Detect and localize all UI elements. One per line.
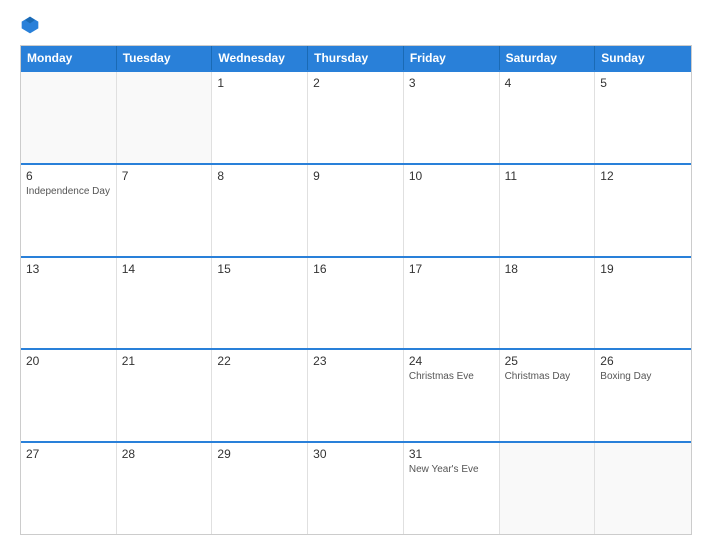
calendar-cell: 21 (117, 350, 213, 441)
cell-date: 26 (600, 354, 686, 368)
calendar-week-3: 13 14 15 16 17 18 19 (21, 256, 691, 349)
cell-date: 17 (409, 262, 494, 276)
calendar-cell: 9 (308, 165, 404, 256)
calendar-cell (500, 443, 596, 534)
calendar-cell: 15 (212, 258, 308, 349)
calendar-cell: 17 (404, 258, 500, 349)
calendar-cell (117, 72, 213, 163)
cell-date: 16 (313, 262, 398, 276)
calendar-cell: 5 (595, 72, 691, 163)
cell-date: 18 (505, 262, 590, 276)
calendar-cell: 28 (117, 443, 213, 534)
cell-event: Christmas Day (505, 371, 571, 382)
weekday-header-sunday: Sunday (595, 46, 691, 70)
cell-date: 2 (313, 76, 398, 90)
calendar-cell: 22 (212, 350, 308, 441)
logo-icon (20, 15, 40, 35)
cell-date: 30 (313, 447, 398, 461)
calendar-cell: 30 (308, 443, 404, 534)
cell-date: 19 (600, 262, 686, 276)
cell-date: 15 (217, 262, 302, 276)
cell-date: 11 (505, 169, 590, 183)
calendar-cell: 24 Christmas Eve (404, 350, 500, 441)
calendar-cell: 12 (595, 165, 691, 256)
cell-date: 14 (122, 262, 207, 276)
calendar-cell: 19 (595, 258, 691, 349)
cell-date: 28 (122, 447, 207, 461)
calendar-cell: 27 (21, 443, 117, 534)
calendar-cell: 8 (212, 165, 308, 256)
calendar-cell: 14 (117, 258, 213, 349)
calendar-cell: 18 (500, 258, 596, 349)
weekday-header-tuesday: Tuesday (117, 46, 213, 70)
calendar-cell: 10 (404, 165, 500, 256)
calendar-grid: MondayTuesdayWednesdayThursdayFridaySatu… (20, 45, 692, 535)
cell-date: 24 (409, 354, 494, 368)
calendar-cell: 16 (308, 258, 404, 349)
calendar-cell: 20 (21, 350, 117, 441)
cell-date: 7 (122, 169, 207, 183)
calendar-cell: 13 (21, 258, 117, 349)
weekday-header-saturday: Saturday (500, 46, 596, 70)
calendar-cell: 3 (404, 72, 500, 163)
cell-date: 21 (122, 354, 207, 368)
calendar-cell: 1 (212, 72, 308, 163)
weekday-header-monday: Monday (21, 46, 117, 70)
cell-date: 31 (409, 447, 494, 461)
calendar-week-2: 6 Independence Day 789 10 11 12 (21, 163, 691, 256)
cell-date: 4 (505, 76, 590, 90)
cell-date: 23 (313, 354, 398, 368)
cell-date: 10 (409, 169, 494, 183)
cell-date: 20 (26, 354, 111, 368)
calendar-cell: 6 Independence Day (21, 165, 117, 256)
cell-date: 29 (217, 447, 302, 461)
cell-event: New Year's Eve (409, 464, 479, 475)
weekday-header-friday: Friday (404, 46, 500, 70)
calendar-cell: 29 (212, 443, 308, 534)
calendar-week-1: 12345 (21, 70, 691, 163)
page-header (20, 15, 692, 35)
weekday-header-thursday: Thursday (308, 46, 404, 70)
calendar-cell: 25 Christmas Day (500, 350, 596, 441)
calendar-week-5: 27 28 29 30 31 New Year's Eve (21, 441, 691, 534)
weekday-header-wednesday: Wednesday (212, 46, 308, 70)
calendar-cell (595, 443, 691, 534)
cell-date: 5 (600, 76, 686, 90)
calendar-cell: 4 (500, 72, 596, 163)
calendar-body: 123456Independence Day789101112131415161… (21, 70, 691, 534)
cell-date: 8 (217, 169, 302, 183)
calendar-cell: 31 New Year's Eve (404, 443, 500, 534)
cell-date: 25 (505, 354, 590, 368)
cell-event: Independence Day (26, 186, 110, 197)
cell-date: 1 (217, 76, 302, 90)
calendar-cell: 11 (500, 165, 596, 256)
cell-date: 13 (26, 262, 111, 276)
cell-event: Christmas Eve (409, 371, 474, 382)
calendar-cell (21, 72, 117, 163)
cell-date: 12 (600, 169, 686, 183)
cell-date: 3 (409, 76, 494, 90)
cell-date: 22 (217, 354, 302, 368)
calendar-cell: 26 Boxing Day (595, 350, 691, 441)
calendar-week-4: 20 21 22 23 24 Christmas Eve 25 Christmas Day 26… (21, 348, 691, 441)
calendar-page: MondayTuesdayWednesdayThursdayFridaySatu… (0, 0, 712, 550)
calendar-header: MondayTuesdayWednesdayThursdayFridaySatu… (21, 46, 691, 70)
cell-date: 9 (313, 169, 398, 183)
calendar-cell: 2 (308, 72, 404, 163)
cell-date: 27 (26, 447, 111, 461)
cell-date: 6 (26, 169, 111, 183)
calendar-cell: 23 (308, 350, 404, 441)
logo (20, 15, 48, 35)
calendar-cell: 7 (117, 165, 213, 256)
cell-event: Boxing Day (600, 371, 651, 382)
